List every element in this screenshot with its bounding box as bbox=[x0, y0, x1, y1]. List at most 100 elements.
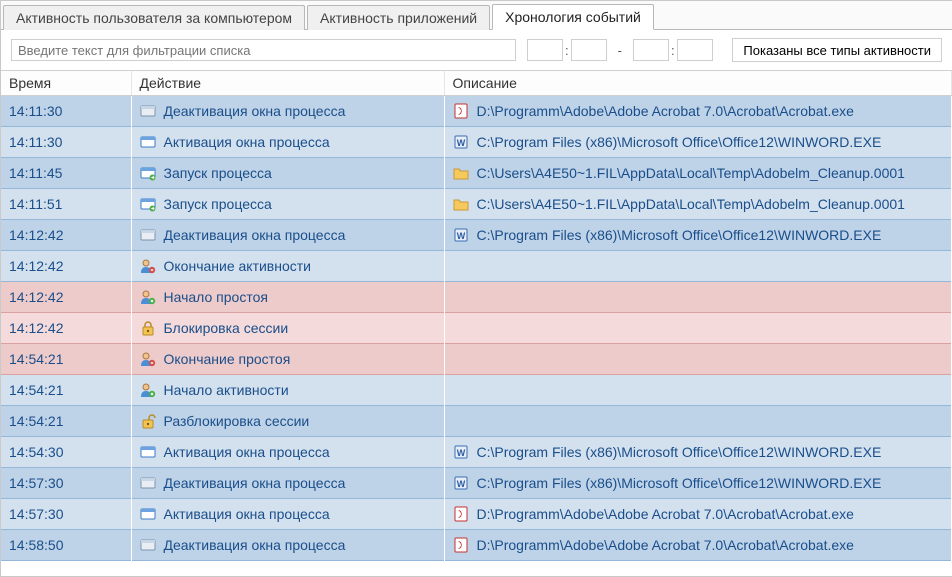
description-text: C:\Program Files (x86)\Microsoft Office\… bbox=[477, 475, 882, 491]
table-row[interactable]: 14:11:45Запуск процессаC:\Users\A4E50~1.… bbox=[1, 158, 952, 189]
window-inactive-icon bbox=[140, 537, 156, 553]
table-row[interactable]: 14:58:50 Деактивация окна процесса D:\Prog… bbox=[1, 530, 952, 561]
time-to-min[interactable] bbox=[677, 39, 713, 61]
time-from-hour[interactable] bbox=[527, 39, 563, 61]
unlock-icon bbox=[140, 413, 156, 429]
time-colon: : bbox=[563, 43, 571, 58]
activity-type-filter-button[interactable]: Показаны все типы активности bbox=[732, 38, 942, 62]
cell-action: Активация окна процесса bbox=[131, 437, 444, 468]
table-row[interactable]: 14:54:21 Начало активности bbox=[1, 375, 952, 406]
cell-action: Разблокировка сессии bbox=[131, 406, 444, 437]
col-header-description[interactable]: Описание bbox=[444, 71, 952, 96]
cell-time: 14:54:21 bbox=[1, 344, 131, 375]
action-text: Окончание простоя bbox=[164, 351, 291, 367]
folder-icon bbox=[453, 165, 469, 181]
cell-time: 14:57:30 bbox=[1, 468, 131, 499]
time-to: : bbox=[632, 38, 714, 62]
description-text: C:\Program Files (x86)\Microsoft Office\… bbox=[477, 227, 882, 243]
cell-action: Активация окна процесса bbox=[131, 499, 444, 530]
time-text: 14:54:21 bbox=[9, 413, 64, 429]
svg-text:W: W bbox=[456, 138, 465, 148]
time-text: 14:58:50 bbox=[9, 537, 64, 553]
events-table: Время Действие Описание 14:11:30Деактива… bbox=[1, 71, 952, 561]
word-icon: W bbox=[453, 475, 469, 491]
cell-action: Начало простоя bbox=[131, 282, 444, 313]
action-text: Деактивация окна процесса bbox=[164, 103, 346, 119]
action-text: Запуск процесса bbox=[164, 165, 272, 181]
action-text: Активация окна процесса bbox=[164, 506, 330, 522]
time-text: 14:54:21 bbox=[9, 351, 64, 367]
tab-user-activity[interactable]: Активность пользователя за компьютером bbox=[3, 5, 305, 30]
cell-description bbox=[444, 406, 952, 437]
lock-icon bbox=[140, 320, 156, 336]
time-text: 14:12:42 bbox=[9, 320, 64, 336]
cell-description bbox=[444, 375, 952, 406]
action-text: Начало простоя bbox=[164, 289, 268, 305]
time-text: 14:11:45 bbox=[9, 165, 62, 181]
tab-event-timeline[interactable]: Хронология событий bbox=[492, 4, 654, 30]
table-row[interactable]: 14:12:42 Блокировка сессии bbox=[1, 313, 952, 344]
cell-time: 14:11:30 bbox=[1, 127, 131, 158]
window-inactive-icon bbox=[140, 475, 156, 491]
cell-action: Начало активности bbox=[131, 375, 444, 406]
table-row[interactable]: 14:54:21 Разблокировка сессии bbox=[1, 406, 952, 437]
time-text: 14:12:42 bbox=[9, 258, 64, 274]
table-row[interactable]: 14:11:30Активация окна процессаWC:\Progr… bbox=[1, 127, 952, 158]
user-end-icon bbox=[140, 351, 156, 367]
action-text: Запуск процесса bbox=[164, 196, 272, 212]
description-text: D:\Programm\Adobe\Adobe Acrobat 7.0\Acro… bbox=[477, 537, 854, 553]
cell-action: Окончание простоя bbox=[131, 344, 444, 375]
events-table-wrap: Время Действие Описание 14:11:30Деактива… bbox=[1, 70, 952, 576]
time-text: 14:12:42 bbox=[9, 227, 64, 243]
cell-time: 14:58:50 bbox=[1, 530, 131, 561]
description-text: D:\Programm\Adobe\Adobe Acrobat 7.0\Acro… bbox=[477, 103, 854, 119]
folder-icon bbox=[453, 196, 469, 212]
time-text: 14:11:51 bbox=[9, 196, 62, 212]
process-start-icon bbox=[140, 165, 156, 181]
table-row[interactable]: 14:54:21 Окончание простоя bbox=[1, 344, 952, 375]
col-header-time[interactable]: Время bbox=[1, 71, 131, 96]
cell-description bbox=[444, 313, 952, 344]
time-from-min[interactable] bbox=[571, 39, 607, 61]
cell-action: Запуск процесса bbox=[131, 189, 444, 220]
description-text: D:\Programm\Adobe\Adobe Acrobat 7.0\Acro… bbox=[477, 506, 854, 522]
cell-description: WC:\Program Files (x86)\Microsoft Office… bbox=[444, 127, 952, 158]
cell-action: Активация окна процесса bbox=[131, 127, 444, 158]
svg-text:W: W bbox=[456, 448, 465, 458]
word-icon: W bbox=[453, 134, 469, 150]
table-row[interactable]: 14:12:42Начало простоя bbox=[1, 282, 952, 313]
time-to-hour[interactable] bbox=[633, 39, 669, 61]
window-active-icon bbox=[140, 134, 156, 150]
col-header-action[interactable]: Действие bbox=[131, 71, 444, 96]
table-row[interactable]: 14:57:30Активация окна процессаD:\Progra… bbox=[1, 499, 952, 530]
process-start-icon bbox=[140, 196, 156, 212]
svg-text:W: W bbox=[456, 231, 465, 241]
time-text: 14:54:21 bbox=[9, 382, 64, 398]
cell-description: WC:\Program Files (x86)\Microsoft Office… bbox=[444, 437, 952, 468]
filter-text-input[interactable] bbox=[11, 39, 516, 61]
cell-action: Запуск процесса bbox=[131, 158, 444, 189]
action-text: Деактивация окна процесса bbox=[164, 537, 346, 553]
word-icon: W bbox=[453, 444, 469, 460]
cell-time: 14:54:30 bbox=[1, 437, 131, 468]
cell-action: Деактивация окна процесса bbox=[131, 96, 444, 127]
svg-text:W: W bbox=[456, 479, 465, 489]
table-row[interactable]: 14:12:42Окончание активности bbox=[1, 251, 952, 282]
cell-time: 14:54:21 bbox=[1, 375, 131, 406]
table-row[interactable]: 14:12:42Деактивация окна процессаWC:\Pro… bbox=[1, 220, 952, 251]
cell-action: Деактивация окна процесса bbox=[131, 530, 444, 561]
cell-time: 14:11:45 bbox=[1, 158, 131, 189]
cell-time: 14:12:42 bbox=[1, 251, 131, 282]
cell-description bbox=[444, 251, 952, 282]
table-row[interactable]: 14:57:30Деактивация окна процесса W C:\Pro… bbox=[1, 468, 952, 499]
table-row[interactable]: 14:54:30Активация окна процессаWC:\Progr… bbox=[1, 437, 952, 468]
table-row[interactable]: 14:11:51Запуск процессаC:\Users\A4E50~1.… bbox=[1, 189, 952, 220]
user-start-icon bbox=[140, 382, 156, 398]
tab-app-activity[interactable]: Активность приложений bbox=[307, 5, 490, 30]
cell-action: Деактивация окна процесса bbox=[131, 468, 444, 499]
action-text: Блокировка сессии bbox=[164, 320, 289, 336]
action-text: Разблокировка сессии bbox=[164, 413, 310, 429]
table-header-row: Время Действие Описание bbox=[1, 71, 952, 96]
table-row[interactable]: 14:11:30Деактивация окна процессаD:\Prog… bbox=[1, 96, 952, 127]
window-inactive-icon bbox=[140, 227, 156, 243]
